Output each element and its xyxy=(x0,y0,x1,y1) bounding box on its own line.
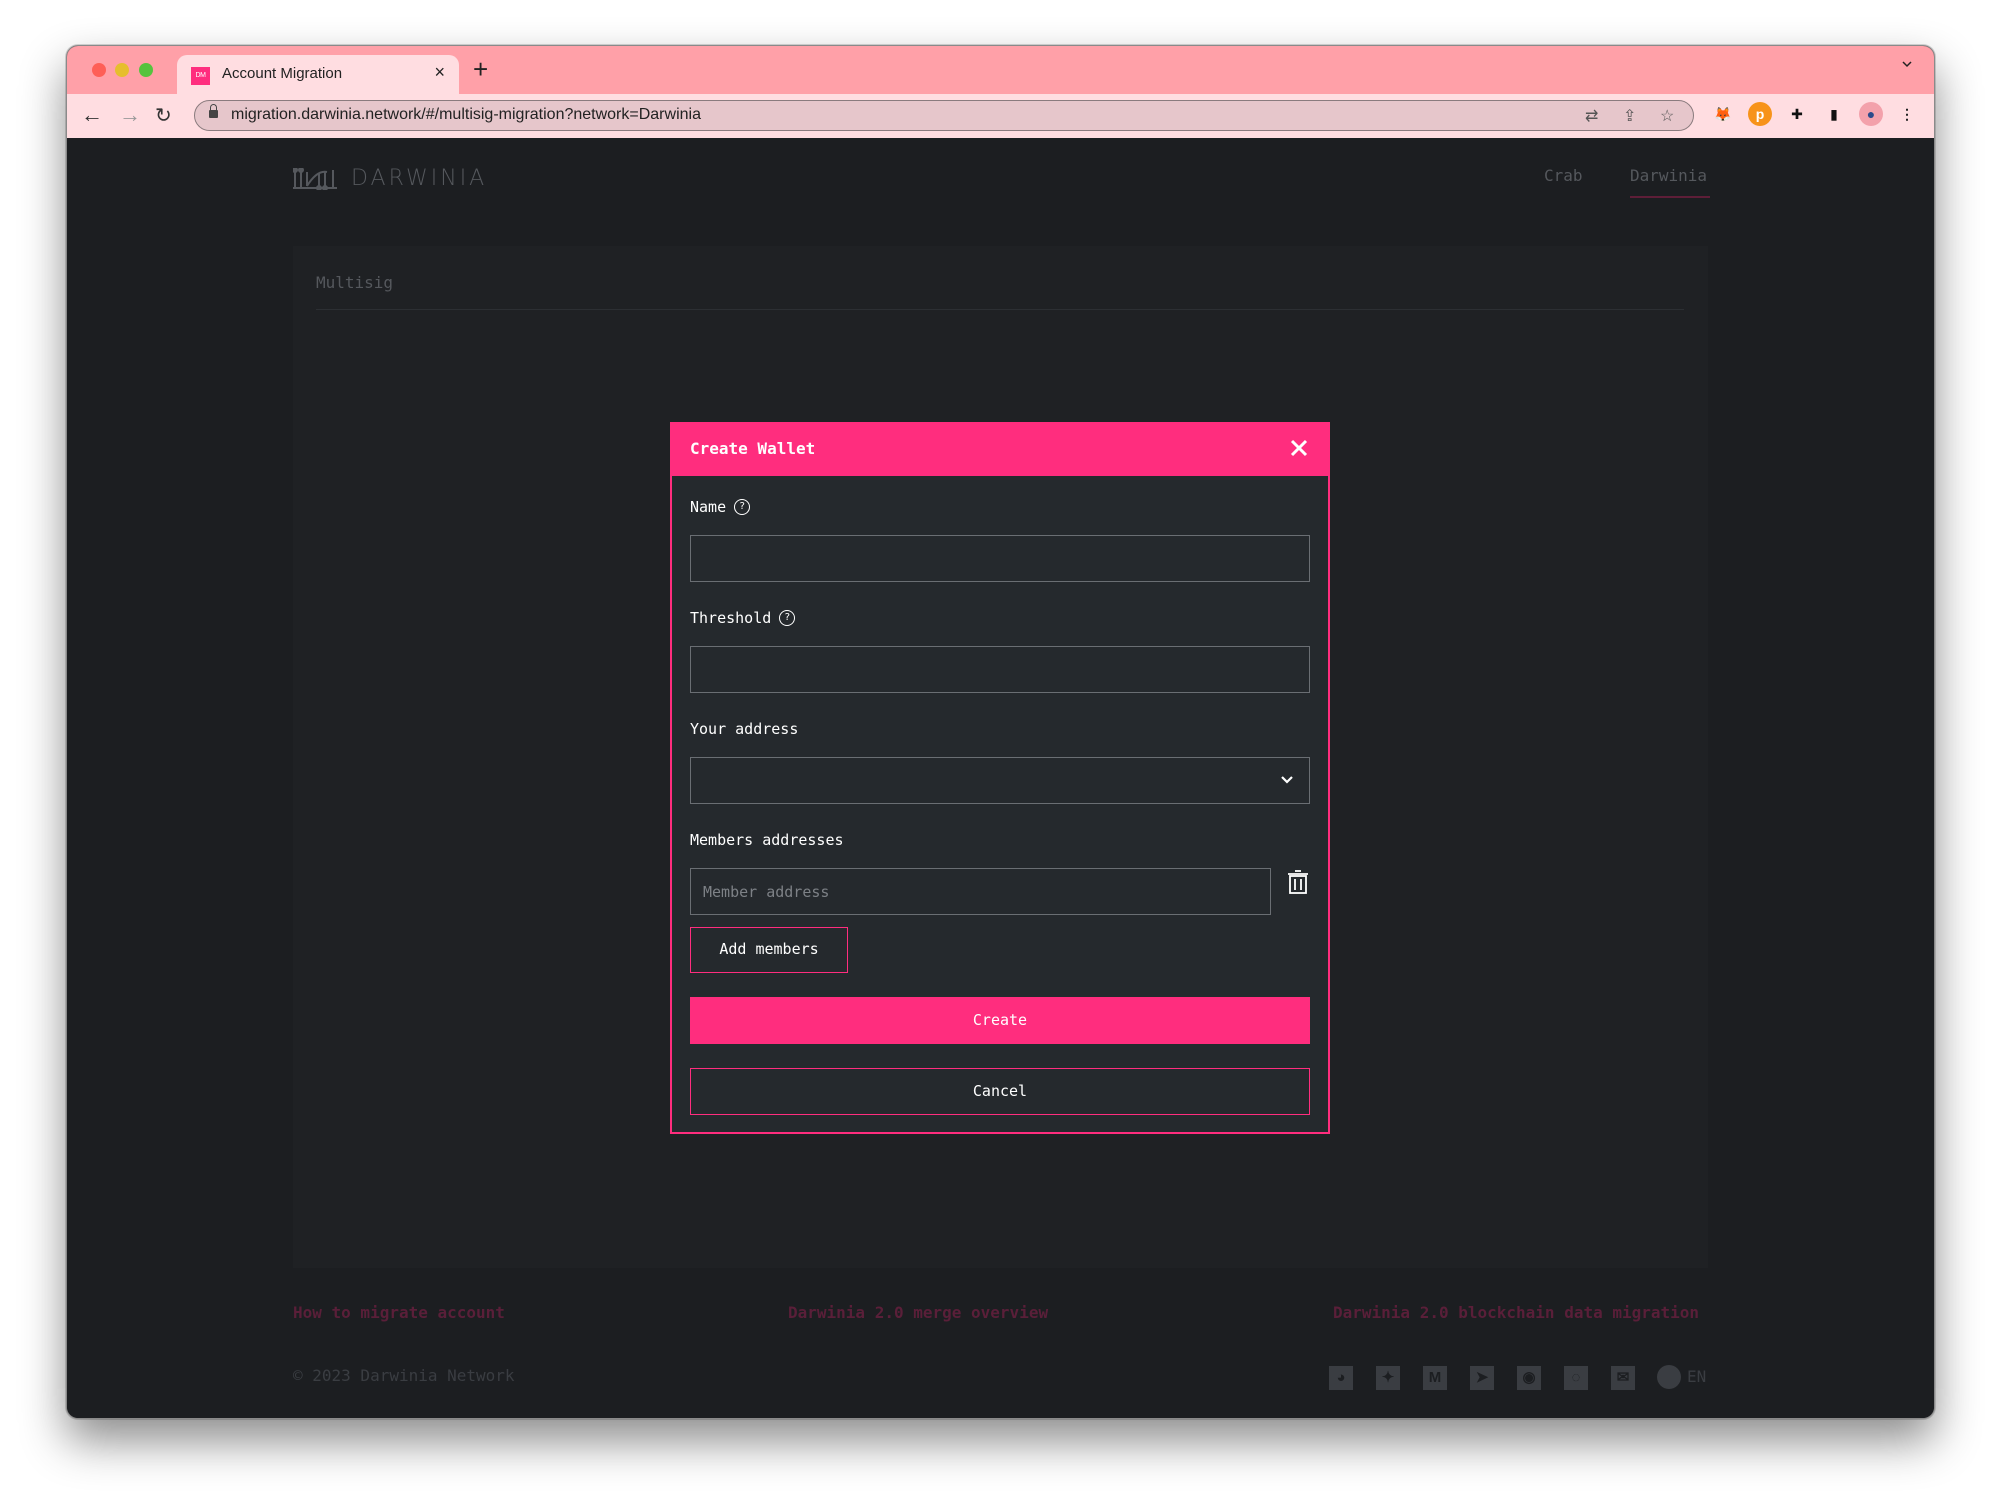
footer-link-merge-overview[interactable]: Darwinia 2.0 merge overview xyxy=(788,1303,1048,1322)
language-selector[interactable]: EN xyxy=(1687,1367,1706,1386)
medium-icon[interactable]: M xyxy=(1423,1366,1447,1390)
github-icon[interactable]: ◕ xyxy=(1329,1366,1353,1390)
divider xyxy=(316,309,1684,310)
tab-title: Account Migration xyxy=(222,65,343,82)
help-icon[interactable]: ? xyxy=(734,499,751,515)
modal-header: Create Wallet xyxy=(672,424,1328,476)
chevron-down-icon xyxy=(1281,776,1293,784)
your-address-label-text: Your address xyxy=(690,720,799,738)
logo-mark-icon xyxy=(293,167,337,190)
lock-icon xyxy=(209,104,218,118)
browser-window: DM Account Migration × + ← → ↻ migration… xyxy=(66,45,1935,1419)
twitter-icon[interactable]: ✦ xyxy=(1376,1366,1400,1390)
nav-darwinia[interactable]: Darwinia xyxy=(1630,166,1707,185)
members-label: Members addresses xyxy=(690,831,844,849)
help-icon[interactable]: ? xyxy=(779,610,796,626)
tab-search-chevron-icon[interactable] xyxy=(1902,59,1912,69)
bookmark-star-icon[interactable]: ☆ xyxy=(1660,106,1674,126)
page: DARWINIA Crab Darwinia Multisig How to m… xyxy=(67,138,1934,1418)
globe-icon[interactable] xyxy=(1657,1365,1681,1389)
new-tab-button[interactable]: + xyxy=(473,54,488,85)
name-label-text: Name xyxy=(690,498,727,516)
member-address-input[interactable] xyxy=(690,868,1271,915)
translate-icon[interactable]: ⇄ xyxy=(1585,106,1598,126)
name-label: Name ? xyxy=(690,498,751,516)
your-address-select[interactable] xyxy=(690,757,1310,804)
share-icon[interactable]: ⇪ xyxy=(1623,106,1636,126)
create-wallet-modal: Create Wallet Name ? Threshold ? Your ad… xyxy=(670,422,1330,1134)
element-icon[interactable]: ◌ xyxy=(1564,1366,1588,1390)
maximize-window-button[interactable] xyxy=(139,63,153,77)
brand-name: DARWINIA xyxy=(351,166,488,191)
browser-tab[interactable]: DM Account Migration × xyxy=(177,55,459,94)
darwinia-logo[interactable]: DARWINIA xyxy=(293,166,487,191)
your-address-label: Your address xyxy=(690,720,798,738)
footer-link-how-to-migrate[interactable]: How to migrate account xyxy=(293,1303,505,1322)
forward-arrow-icon[interactable]: → xyxy=(119,102,141,128)
nav-crab[interactable]: Crab xyxy=(1544,166,1583,185)
side-panel-icon[interactable]: ▮ xyxy=(1822,102,1846,126)
discord-icon[interactable]: ◉ xyxy=(1517,1366,1541,1390)
browser-menu-icon[interactable]: ⋮ xyxy=(1895,102,1919,126)
trash-icon[interactable] xyxy=(1286,869,1310,895)
close-window-button[interactable] xyxy=(92,63,106,77)
close-icon[interactable] xyxy=(1286,435,1312,461)
create-button[interactable]: Create xyxy=(690,997,1310,1044)
copyright: © 2023 Darwinia Network xyxy=(293,1366,515,1385)
threshold-input[interactable] xyxy=(690,646,1310,693)
browser-toolbar: ← → ↻ migration.darwinia.network/#/multi… xyxy=(67,94,1934,138)
footer-link-data-migration[interactable]: Darwinia 2.0 blockchain data migration xyxy=(1333,1303,1699,1322)
cancel-button[interactable]: Cancel xyxy=(690,1068,1310,1115)
address-bar[interactable]: migration.darwinia.network/#/multisig-mi… xyxy=(194,100,1694,131)
name-input[interactable] xyxy=(690,535,1310,582)
members-label-text: Members addresses xyxy=(690,831,844,849)
add-members-button[interactable]: Add members xyxy=(690,927,848,973)
favicon-icon: DM xyxy=(191,67,210,85)
active-nav-indicator xyxy=(1630,196,1710,198)
threshold-label: Threshold ? xyxy=(690,609,796,627)
minimize-window-button[interactable] xyxy=(115,63,129,77)
email-icon[interactable]: ✉ xyxy=(1611,1366,1635,1390)
reload-icon[interactable]: ↻ xyxy=(155,103,172,128)
modal-title: Create Wallet xyxy=(690,439,816,458)
metamask-icon[interactable]: 🦊 xyxy=(1711,102,1735,126)
extensions-puzzle-icon[interactable]: ✚ xyxy=(1785,102,1809,126)
back-arrow-icon[interactable]: ← xyxy=(81,102,103,128)
telegram-icon[interactable]: ➤ xyxy=(1470,1366,1494,1390)
polkadot-icon[interactable]: p xyxy=(1748,102,1772,126)
profile-avatar[interactable]: ● xyxy=(1859,102,1883,126)
threshold-label-text: Threshold xyxy=(690,609,772,627)
url-text: migration.darwinia.network/#/multisig-mi… xyxy=(231,106,701,123)
tab-close-icon[interactable]: × xyxy=(434,62,445,83)
tab-strip: DM Account Migration × + xyxy=(67,46,1934,94)
card-title: Multisig xyxy=(316,273,394,292)
